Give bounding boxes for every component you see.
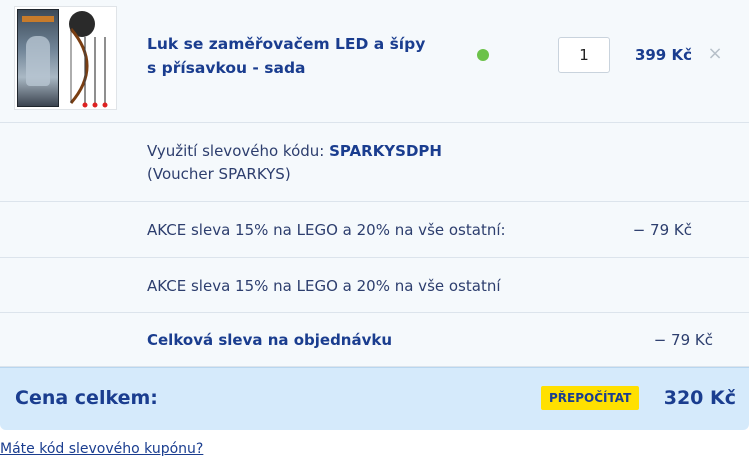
bow-image [69,28,108,108]
cart-item-row: Luk se zaměřovačem LED a šípy s přísavko… [0,0,749,123]
discount-label: AKCE sleva 15% na LEGO a 20% na vše osta… [147,277,501,295]
voucher-label: Využití slevového kódu: SPARKYSDPH [147,142,442,160]
coupon-code-link[interactable]: Máte kód slevového kupónu? [0,441,203,457]
voucher-prefix: Využití slevového kódu: [147,142,330,160]
discount-row: AKCE sleva 15% na LEGO a 20% na vše osta… [0,202,749,258]
discount-row: AKCE sleva 15% na LEGO a 20% na vše osta… [0,258,749,313]
discount-label: AKCE sleva 15% na LEGO a 20% na vše osta… [147,221,506,239]
cart-summary: Luk se zaměřovačem LED a šípy s přísavko… [0,0,749,430]
voucher-subtitle: (Voucher SPARKYS) [147,165,291,183]
product-name-link[interactable]: Luk se zaměřovačem LED a šípy s přísavko… [147,32,437,80]
stock-status-dot [477,49,489,61]
voucher-code: SPARKYSDPH [329,142,442,160]
grand-total-bar: Cena celkem: PŘEPOČÍTAT 320 Kč [0,367,749,430]
product-box-image [17,9,59,107]
quantity-input[interactable] [558,37,610,73]
grand-total-amount: 320 Kč [663,387,736,409]
product-thumbnail[interactable] [14,6,117,110]
total-discount-amount: − 79 Kč [653,331,713,349]
total-discount-label: Celková sleva na objednávku [147,331,393,349]
total-discount-row: Celková sleva na objednávku − 79 Kč [0,313,749,367]
discount-amount: − 79 Kč [632,221,692,239]
product-price: 399 Kč [634,46,692,64]
recalculate-button[interactable]: PŘEPOČÍTAT [541,386,640,410]
grand-total-label: Cena celkem: [15,387,158,409]
remove-item-icon[interactable]: × [706,44,724,64]
voucher-row: Využití slevového kódu: SPARKYSDPH (Vouc… [0,123,749,202]
